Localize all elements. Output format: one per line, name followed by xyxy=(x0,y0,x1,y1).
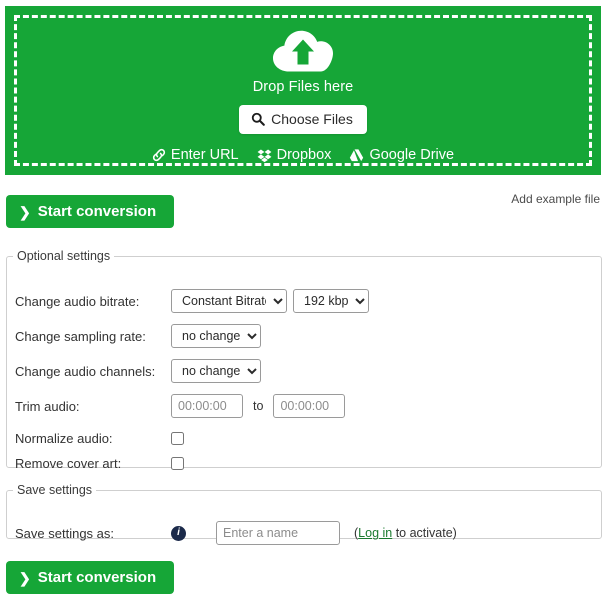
google-drive-icon xyxy=(349,148,364,163)
row-change-audio-bitrate: Change audio bitrate: Constant Bitrate 1… xyxy=(15,289,593,313)
controls-normalize-audio xyxy=(171,432,184,445)
label-change-audio-channels: Change audio channels: xyxy=(15,363,156,379)
optional-settings-legend: Optional settings xyxy=(17,249,111,263)
normalize-audio-checkbox[interactable] xyxy=(171,432,184,445)
chevron-right-icon-bottom: ❯ xyxy=(19,569,31,586)
link-icon xyxy=(152,148,166,162)
audio-channels-select[interactable]: no change xyxy=(171,359,261,383)
choose-files-label: Choose Files xyxy=(271,111,353,127)
start-conversion-button-top[interactable]: ❯ Start conversion xyxy=(6,195,175,228)
optional-settings-panel: Optional settings Change audio bitrate: … xyxy=(6,249,602,471)
row-change-sampling-rate: Change sampling rate: no change xyxy=(15,324,593,348)
sampling-rate-select[interactable]: no change xyxy=(171,324,261,348)
row-trim-audio: Trim audio: to xyxy=(15,394,593,418)
choose-files-button[interactable]: Choose Files xyxy=(239,105,367,134)
row-change-audio-channels: Change audio channels: no change xyxy=(15,359,593,383)
google-drive-label: Google Drive xyxy=(369,147,455,163)
google-drive-link[interactable]: Google Drive xyxy=(349,147,454,163)
info-icon[interactable]: i xyxy=(171,525,186,541)
controls-remove-cover-art xyxy=(171,457,184,470)
save-settings-legend: Save settings xyxy=(17,483,93,497)
label-save-settings-as: Save settings as: xyxy=(15,525,114,541)
trim-separator-label: to xyxy=(253,399,264,413)
file-dropzone[interactable]: Drop Files here Choose Files Enter URL D… xyxy=(5,6,601,175)
dropzone-dashed-border: Drop Files here Choose Files Enter URL D… xyxy=(14,15,592,166)
start-conversion-button-bottom[interactable]: ❯ Start conversion xyxy=(6,561,175,594)
label-normalize-audio: Normalize audio: xyxy=(15,431,113,446)
row-remove-cover-art: Remove cover art: xyxy=(15,456,593,471)
enter-url-link[interactable]: Enter URL xyxy=(152,147,239,163)
row-save-settings-as: Save settings as: i (Log in to activate) xyxy=(15,521,593,545)
trim-from-input[interactable] xyxy=(171,394,243,418)
start-conversion-label-top: Start conversion xyxy=(37,203,157,220)
label-change-audio-bitrate: Change audio bitrate: xyxy=(15,293,140,309)
dropbox-link[interactable]: Dropbox xyxy=(257,147,332,163)
start-conversion-label-bottom: Start conversion xyxy=(37,569,157,586)
controls-audio-channels: no change xyxy=(171,359,261,383)
note-suffix: to activate) xyxy=(392,526,457,540)
label-trim-audio: Trim audio: xyxy=(15,398,80,414)
enter-url-label: Enter URL xyxy=(170,147,239,163)
chevron-right-icon: ❯ xyxy=(19,203,31,220)
dropbox-label: Dropbox xyxy=(276,147,332,163)
trim-to-input[interactable] xyxy=(273,394,346,418)
controls-save-settings: i (Log in to activate) xyxy=(171,521,457,545)
label-remove-cover-art: Remove cover art: xyxy=(15,456,122,471)
remove-cover-art-checkbox[interactable] xyxy=(171,457,184,470)
bitrate-value-select[interactable]: 192 kbps xyxy=(293,289,369,313)
save-settings-name-input[interactable] xyxy=(216,521,340,545)
controls-audio-bitrate: Constant Bitrate 192 kbps xyxy=(171,289,369,313)
magnifier-icon xyxy=(251,112,265,126)
save-settings-panel: Save settings Save settings as: i (Log i… xyxy=(6,483,602,545)
login-to-activate-note: (Log in to activate) xyxy=(354,526,457,540)
log-in-link[interactable]: Log in xyxy=(358,526,392,540)
add-example-file-link[interactable]: Add example file xyxy=(511,192,600,206)
controls-trim-audio: to xyxy=(171,394,346,418)
upload-sources: Enter URL Dropbox Google Drive xyxy=(152,147,454,163)
row-normalize-audio: Normalize audio: xyxy=(15,431,593,446)
cloud-upload-icon xyxy=(273,30,333,72)
controls-sampling-rate: no change xyxy=(171,324,261,348)
bitrate-mode-select[interactable]: Constant Bitrate xyxy=(171,289,287,313)
dropbox-icon xyxy=(257,148,272,163)
drop-files-text: Drop Files here xyxy=(252,79,354,95)
label-change-sampling-rate: Change sampling rate: xyxy=(15,328,146,344)
